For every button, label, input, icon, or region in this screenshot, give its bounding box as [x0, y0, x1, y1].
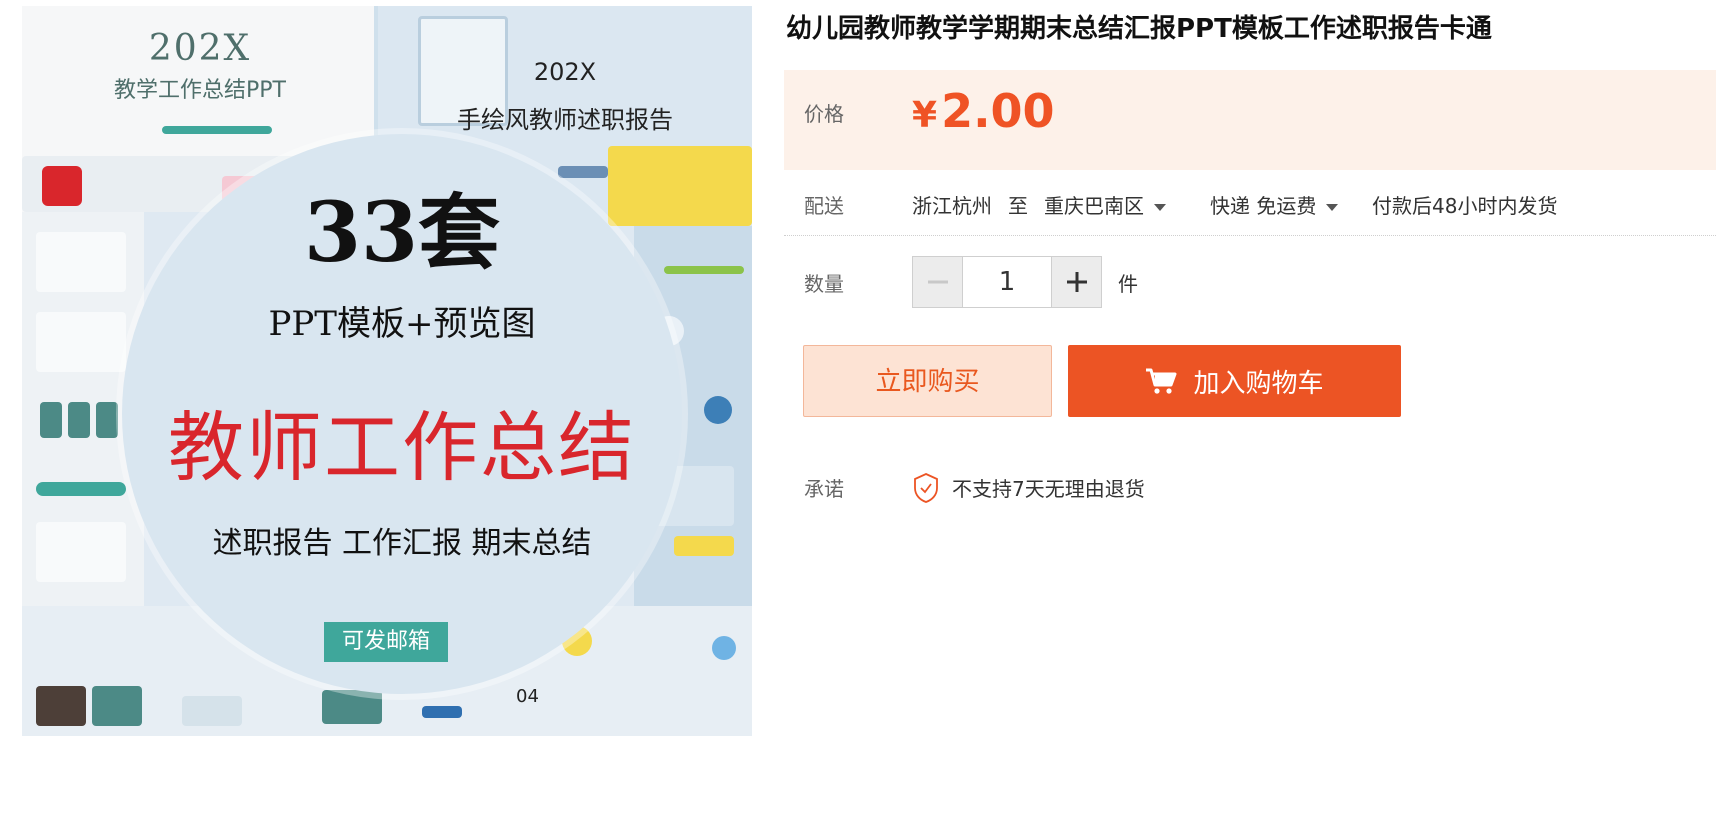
- left-card-subtitle: 教学工作总结PPT: [114, 78, 286, 103]
- chevron-down-icon: [1154, 204, 1166, 211]
- email-badge: 可发邮箱: [324, 622, 448, 662]
- page-number: 04: [516, 686, 539, 707]
- quantity-input[interactable]: [963, 257, 1051, 307]
- price-row: 价格 ¥2.00: [784, 70, 1716, 170]
- increase-button[interactable]: [1051, 257, 1101, 307]
- shipping-label: 配送: [804, 194, 844, 218]
- price-value: ¥2.00: [912, 84, 1055, 138]
- shipping-row: 配送 浙江杭州 至 重庆巴南区 快递 免运费 付款后48小时内发货: [784, 170, 1716, 236]
- price-label: 价格: [804, 102, 844, 126]
- product-title: 幼儿园教师教学学期期末总结汇报PPT模板工作述职报告卡通: [786, 14, 1492, 44]
- destination-value: 重庆巴南区: [1044, 194, 1144, 218]
- cart-icon: [1146, 368, 1177, 394]
- right-card-year: 202X: [533, 58, 597, 86]
- promise-text: 不支持7天无理由退货: [952, 477, 1145, 501]
- minus-icon: [927, 280, 948, 284]
- quantity-label: 数量: [804, 272, 844, 296]
- image-tags: 述职报告 工作汇报 期末总结: [212, 526, 592, 561]
- ship-to-word: 至: [1008, 194, 1028, 218]
- promise-row: 承诺 不支持7天无理由退货: [784, 470, 1716, 506]
- product-image[interactable]: 04 202X 教学工作总结PPT 202X 手绘风教师述职报告 33套 PPT…: [22, 6, 752, 736]
- right-card-subtitle: 手绘风教师述职报告: [457, 106, 673, 134]
- promise-label: 承诺: [804, 477, 844, 501]
- ship-from: 浙江杭州: [912, 194, 992, 218]
- shipping-method-select[interactable]: 快递 免运费: [1210, 190, 1339, 219]
- shipping-method-value: 快递 免运费: [1210, 194, 1317, 218]
- decrease-button[interactable]: [913, 257, 963, 307]
- chevron-down-icon: [1326, 204, 1339, 211]
- destination-select[interactable]: 重庆巴南区: [1044, 190, 1166, 219]
- price-currency: ¥: [912, 95, 938, 136]
- price-amount: 2.00: [941, 84, 1055, 138]
- quantity-stepper: [912, 256, 1102, 308]
- add-to-cart-label: 加入购物车: [1193, 368, 1324, 399]
- image-main-title: 教师工作总结: [168, 403, 636, 492]
- delivery-note: 付款后48小时内发货: [1372, 194, 1558, 218]
- quantity-unit: 件: [1118, 272, 1138, 296]
- quantity-row: 数量 件: [784, 256, 1716, 310]
- plus-icon: [1066, 272, 1087, 292]
- shield-check-icon: [914, 473, 938, 503]
- buy-now-button[interactable]: 立即购买: [803, 345, 1052, 417]
- add-to-cart-button[interactable]: 加入购物车: [1068, 345, 1401, 417]
- template-count: 33套: [303, 185, 501, 281]
- left-card-year: 202X: [148, 28, 252, 69]
- ppt-preview-text: PPT模板+预览图: [268, 304, 536, 344]
